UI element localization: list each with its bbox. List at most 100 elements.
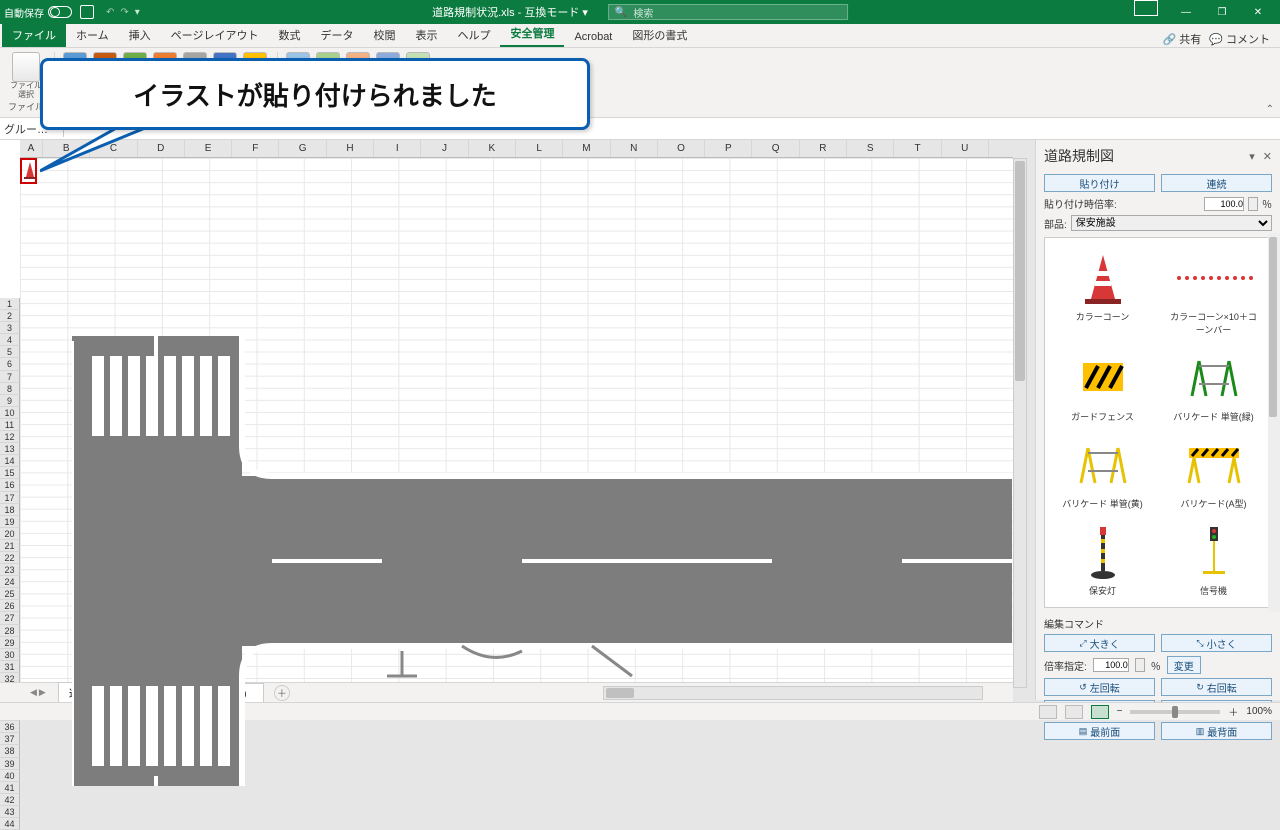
taskpane-close-icon[interactable]: ✕: [1263, 150, 1272, 163]
sheet-nav-prev[interactable]: ◀: [30, 687, 37, 698]
gallery-item-safety-light[interactable]: 保安灯: [1051, 518, 1154, 601]
ratio-spinner[interactable]: [1135, 658, 1145, 672]
autosave-toggle[interactable]: 自動保存: [4, 5, 72, 20]
gallery-scrollbar[interactable]: [1268, 233, 1280, 612]
tab-help[interactable]: ヘルプ: [447, 23, 500, 47]
col-R[interactable]: R: [800, 140, 847, 157]
send-back-button[interactable]: ▥最背面: [1161, 722, 1272, 740]
tab-data[interactable]: データ: [310, 23, 363, 47]
col-F[interactable]: F: [232, 140, 279, 157]
row-38[interactable]: 38: [0, 745, 20, 757]
zoom-out-icon[interactable]: −: [1117, 706, 1123, 717]
tab-home[interactable]: ホーム: [66, 23, 119, 47]
qat-more-icon[interactable]: ▾: [135, 7, 140, 18]
row-39[interactable]: 39: [0, 758, 20, 770]
row-31[interactable]: 31: [0, 661, 20, 673]
gallery-item-barricade-green[interactable]: バリケード 単管(緑): [1162, 344, 1265, 427]
row-1[interactable]: 1: [0, 298, 20, 310]
col-K[interactable]: K: [469, 140, 516, 157]
row-5[interactable]: 5: [0, 346, 20, 358]
collapse-ribbon-icon[interactable]: ⌃: [1266, 104, 1274, 115]
road-illustration[interactable]: [72, 336, 1012, 786]
col-E[interactable]: E: [185, 140, 232, 157]
vertical-scrollbar[interactable]: [1013, 158, 1027, 688]
col-T[interactable]: T: [894, 140, 941, 157]
taskpane-menu-icon[interactable]: ▾: [1249, 150, 1255, 163]
row-4[interactable]: 4: [0, 334, 20, 346]
continuous-button[interactable]: 連続: [1161, 174, 1272, 192]
row-13[interactable]: 13: [0, 443, 20, 455]
view-pagebreak-icon[interactable]: [1091, 705, 1109, 719]
tab-pagelayout[interactable]: ページレイアウト: [161, 23, 269, 47]
col-L[interactable]: L: [516, 140, 563, 157]
row-30[interactable]: 30: [0, 649, 20, 661]
bigger-button[interactable]: ⤢大きく: [1044, 634, 1155, 652]
view-pagelayout-icon[interactable]: [1065, 705, 1083, 719]
row-42[interactable]: 42: [0, 794, 20, 806]
row-12[interactable]: 12: [0, 431, 20, 443]
row-36[interactable]: 36: [0, 721, 20, 733]
tab-insert[interactable]: 挿入: [119, 23, 161, 47]
gallery-item-cone[interactable]: カラーコーン: [1051, 244, 1154, 340]
tab-formulas[interactable]: 数式: [268, 23, 310, 47]
row-2[interactable]: 2: [0, 310, 20, 322]
row-27[interactable]: 27: [0, 612, 20, 624]
tab-acrobat[interactable]: Acrobat: [564, 27, 622, 47]
zoom-in-icon[interactable]: ＋: [1228, 704, 1238, 719]
row-21[interactable]: 21: [0, 540, 20, 552]
undo-icon[interactable]: ↶: [106, 7, 114, 18]
col-U[interactable]: U: [942, 140, 989, 157]
col-J[interactable]: J: [421, 140, 468, 157]
scale-spinner[interactable]: [1248, 197, 1258, 211]
zoom-level[interactable]: 100%: [1246, 706, 1272, 717]
comment-button[interactable]: 💬 コメント: [1209, 31, 1270, 47]
row-19[interactable]: 19: [0, 516, 20, 528]
row-37[interactable]: 37: [0, 733, 20, 745]
gallery-item-cone-bar[interactable]: カラーコーン×10＋コーンバー: [1162, 244, 1265, 340]
col-N[interactable]: N: [611, 140, 658, 157]
row-22[interactable]: 22: [0, 552, 20, 564]
col-P[interactable]: P: [705, 140, 752, 157]
ratio-input[interactable]: [1093, 658, 1129, 672]
row-9[interactable]: 9: [0, 395, 20, 407]
row-28[interactable]: 28: [0, 625, 20, 637]
row-10[interactable]: 10: [0, 407, 20, 419]
row-44[interactable]: 44: [0, 818, 20, 830]
tab-safety[interactable]: 安全管理: [500, 21, 564, 47]
scale-input[interactable]: [1204, 197, 1244, 211]
row-17[interactable]: 17: [0, 492, 20, 504]
row-41[interactable]: 41: [0, 782, 20, 794]
gallery-item-barricade-a[interactable]: バリケード(A型): [1162, 431, 1265, 514]
rotate-left-button[interactable]: ↺左回転: [1044, 678, 1155, 696]
row-3[interactable]: 3: [0, 322, 20, 334]
minimize-button[interactable]: —: [1168, 0, 1204, 24]
row-29[interactable]: 29: [0, 637, 20, 649]
col-G[interactable]: G: [279, 140, 326, 157]
row-6[interactable]: 6: [0, 358, 20, 370]
gallery-item-signal[interactable]: 信号機: [1162, 518, 1265, 601]
row-15[interactable]: 15: [0, 467, 20, 479]
rotate-right-button[interactable]: ↻右回転: [1161, 678, 1272, 696]
gallery-item-barricade-yellow[interactable]: バリケード 単管(黄): [1051, 431, 1154, 514]
change-button[interactable]: 変更: [1167, 656, 1201, 674]
file-select-icon[interactable]: [12, 52, 40, 82]
row-26[interactable]: 26: [0, 600, 20, 612]
smaller-button[interactable]: ⤡小さく: [1161, 634, 1272, 652]
paste-button[interactable]: 貼り付け: [1044, 174, 1155, 192]
col-H[interactable]: H: [327, 140, 374, 157]
gallery-item-guardfence[interactable]: ガードフェンス: [1051, 344, 1154, 427]
row-40[interactable]: 40: [0, 770, 20, 782]
maximize-button[interactable]: ❐: [1204, 0, 1240, 24]
row-23[interactable]: 23: [0, 564, 20, 576]
pasted-cone-shape[interactable]: [24, 160, 36, 183]
row-11[interactable]: 11: [0, 419, 20, 431]
row-25[interactable]: 25: [0, 588, 20, 600]
row-18[interactable]: 18: [0, 504, 20, 516]
row-24[interactable]: 24: [0, 576, 20, 588]
tab-view[interactable]: 表示: [405, 23, 447, 47]
tab-review[interactable]: 校閲: [363, 23, 405, 47]
sheet-nav-next[interactable]: ▶: [39, 687, 46, 698]
redo-icon[interactable]: ↷: [120, 7, 128, 18]
col-M[interactable]: M: [563, 140, 610, 157]
ribbon-display-icon[interactable]: [1134, 0, 1158, 16]
